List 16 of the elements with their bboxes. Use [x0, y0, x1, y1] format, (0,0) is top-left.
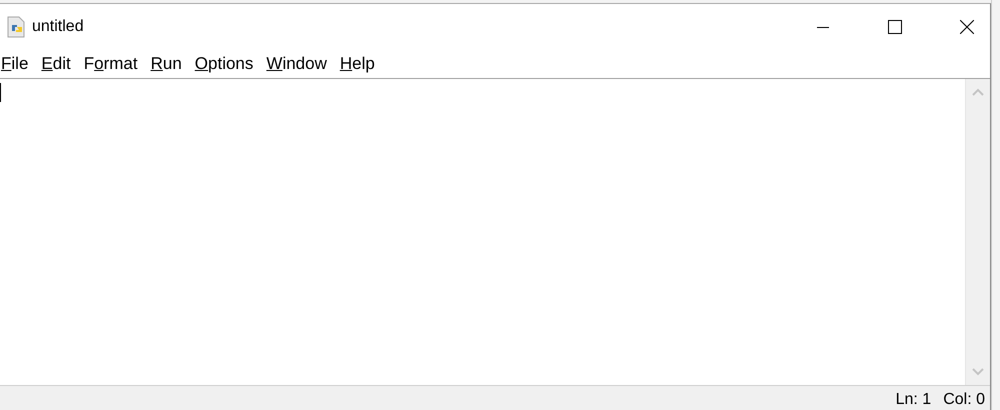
scrollbar[interactable] — [966, 79, 990, 385]
menu-item[interactable]: Window — [266, 54, 334, 74]
scroll-down-icon[interactable] — [971, 367, 985, 377]
close-icon — [960, 20, 974, 34]
line-number: Ln: 1 — [896, 390, 932, 408]
menu-item[interactable]: Format — [84, 54, 145, 74]
scroll-up-icon[interactable] — [971, 87, 985, 97]
column-number: Col: 0 — [943, 390, 985, 408]
menu-item[interactable]: Run — [150, 54, 189, 74]
menu-item[interactable]: Options — [194, 54, 260, 74]
menu-item[interactable]: Edit — [41, 54, 78, 74]
menu-item[interactable]: File — [1, 54, 36, 74]
menu-item[interactable]: Help — [340, 54, 382, 74]
python-file-icon — [6, 16, 26, 38]
window-title: untitled — [32, 18, 84, 36]
maximize-icon — [888, 20, 902, 34]
